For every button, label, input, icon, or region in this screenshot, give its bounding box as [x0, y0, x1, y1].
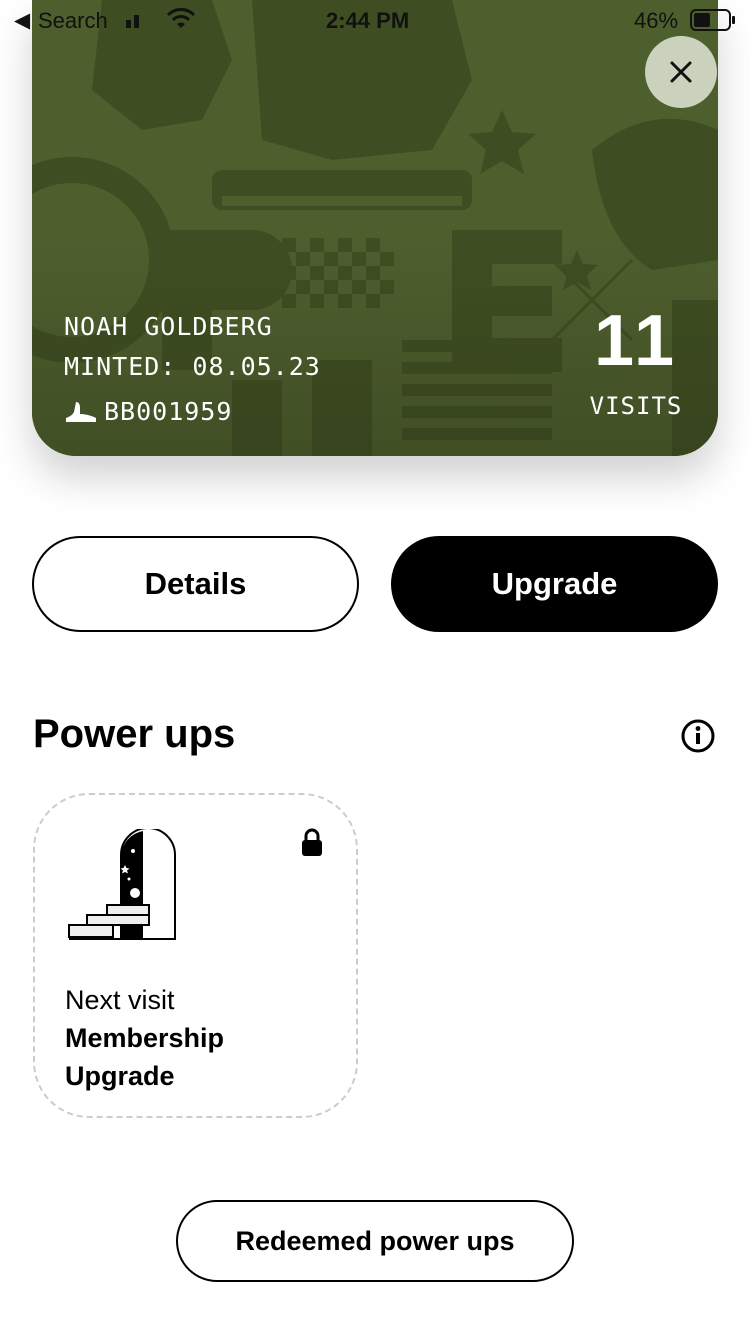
redeemed-power-ups-button[interactable]: Redeemed power ups [176, 1200, 574, 1282]
power-up-title: Membership Upgrade [65, 1023, 225, 1091]
status-time: 2:44 PM [326, 8, 410, 33]
visits-label: VISITS [589, 392, 683, 420]
close-button[interactable] [645, 36, 717, 108]
card-holder-name: NOAH GOLDBERG [64, 312, 273, 341]
back-to-search-link[interactable]: Search [38, 8, 108, 34]
card-id: BB001959 [104, 397, 233, 426]
close-icon [670, 61, 692, 83]
power-up-subtitle: Next visit [65, 985, 175, 1015]
signal-icon [126, 15, 139, 28]
card-id-row: BB001959 [64, 392, 321, 432]
back-arrow-icon[interactable]: ◀ [14, 8, 30, 33]
lock-icon [302, 828, 322, 856]
battery-icon [690, 9, 735, 31]
power-up-card[interactable]: Next visit Membership Upgrade [33, 793, 358, 1118]
visits-count: 11 [593, 301, 679, 381]
door-stairs-icon [68, 829, 176, 940]
card-info: NOAH GOLDBERG MINTED: 08.05.23 BB001959 [64, 312, 321, 432]
sneaker-icon [66, 402, 96, 422]
info-icon[interactable] [680, 718, 716, 754]
status-bar: ◀ Search 2:44 PM 46% [0, 0, 750, 40]
card-minted-date: MINTED: 08.05.23 [64, 352, 321, 381]
power-ups-title: Power ups [33, 712, 236, 756]
details-button[interactable]: Details [32, 536, 359, 632]
upgrade-button[interactable]: Upgrade [391, 536, 718, 632]
battery-percentage: 46% [634, 8, 679, 33]
wifi-icon [166, 8, 196, 28]
